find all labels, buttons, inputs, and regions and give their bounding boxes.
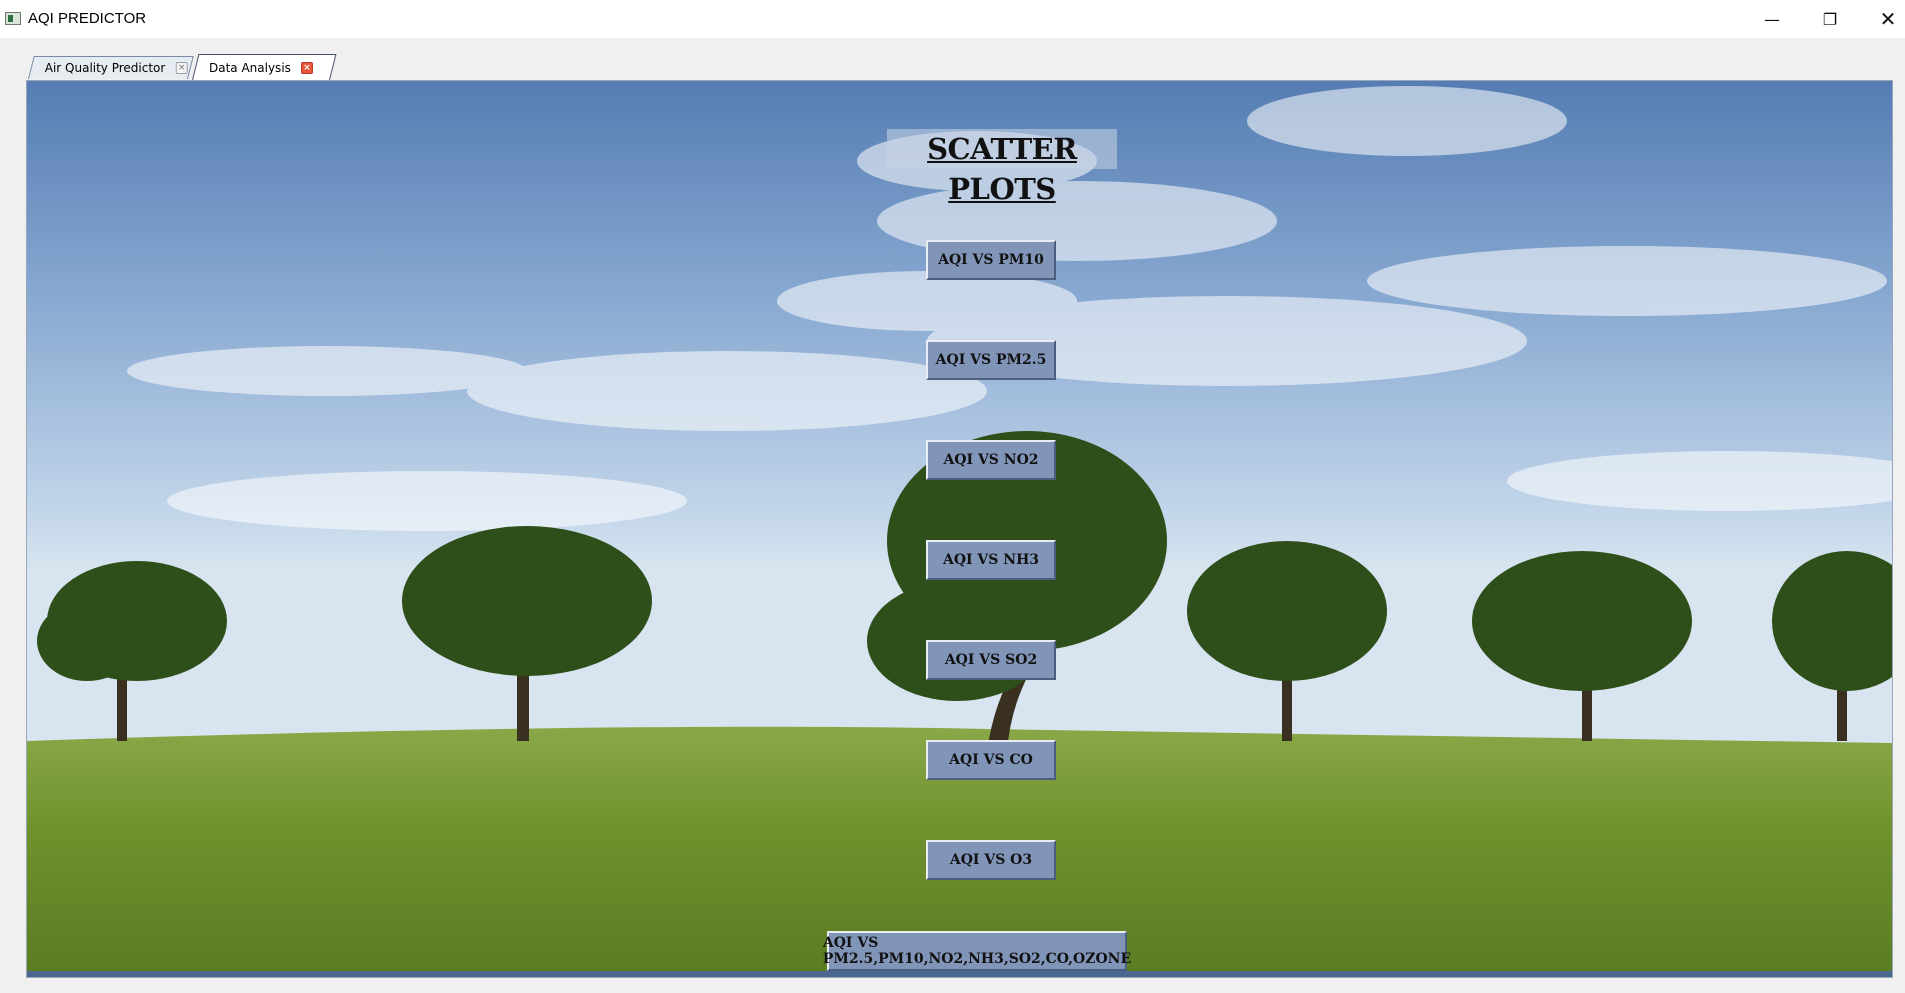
aqi-vs-pm10-button[interactable]: AQI VS PM10 xyxy=(926,240,1056,280)
minimize-icon[interactable]: — xyxy=(1743,0,1801,38)
window-title: AQI PREDICTOR xyxy=(28,10,147,27)
tab-air-quality-predictor[interactable]: Air Quality Predictor × xyxy=(28,56,194,79)
page-title: SCATTER PLOTS xyxy=(887,129,1117,206)
window-titlebar: AQI PREDICTOR — ❐ ✕ xyxy=(0,0,1905,38)
aqi-vs-o3-button[interactable]: AQI VS O3 xyxy=(926,840,1056,880)
panel-bottom-border xyxy=(27,971,1892,977)
app-icon xyxy=(5,12,21,25)
tab-data-analysis[interactable]: Data Analysis × xyxy=(192,54,337,80)
tab-label: Air Quality Predictor xyxy=(44,61,166,75)
aqi-vs-pm25-button[interactable]: AQI VS PM2.5 xyxy=(926,340,1056,380)
aqi-vs-co-button[interactable]: AQI VS CO xyxy=(926,740,1056,780)
tab-close-icon[interactable]: × xyxy=(175,62,188,74)
data-analysis-panel: SCATTER PLOTS AQI VS PM10 AQI VS PM2.5 A… xyxy=(26,80,1893,978)
aqi-vs-all-pollutants-button[interactable]: AQI VS PM2.5,PM10,NO2,NH3,SO2,CO,OZONE xyxy=(823,931,1131,971)
restore-icon[interactable]: ❐ xyxy=(1801,0,1859,38)
aqi-vs-so2-button[interactable]: AQI VS SO2 xyxy=(926,640,1056,680)
aqi-vs-nh3-button[interactable]: AQI VS NH3 xyxy=(926,540,1056,580)
close-icon[interactable]: ✕ xyxy=(1859,0,1905,38)
tab-label: Data Analysis xyxy=(209,60,292,75)
tab-close-icon[interactable]: × xyxy=(301,61,314,74)
aqi-vs-no2-button[interactable]: AQI VS NO2 xyxy=(926,440,1056,480)
